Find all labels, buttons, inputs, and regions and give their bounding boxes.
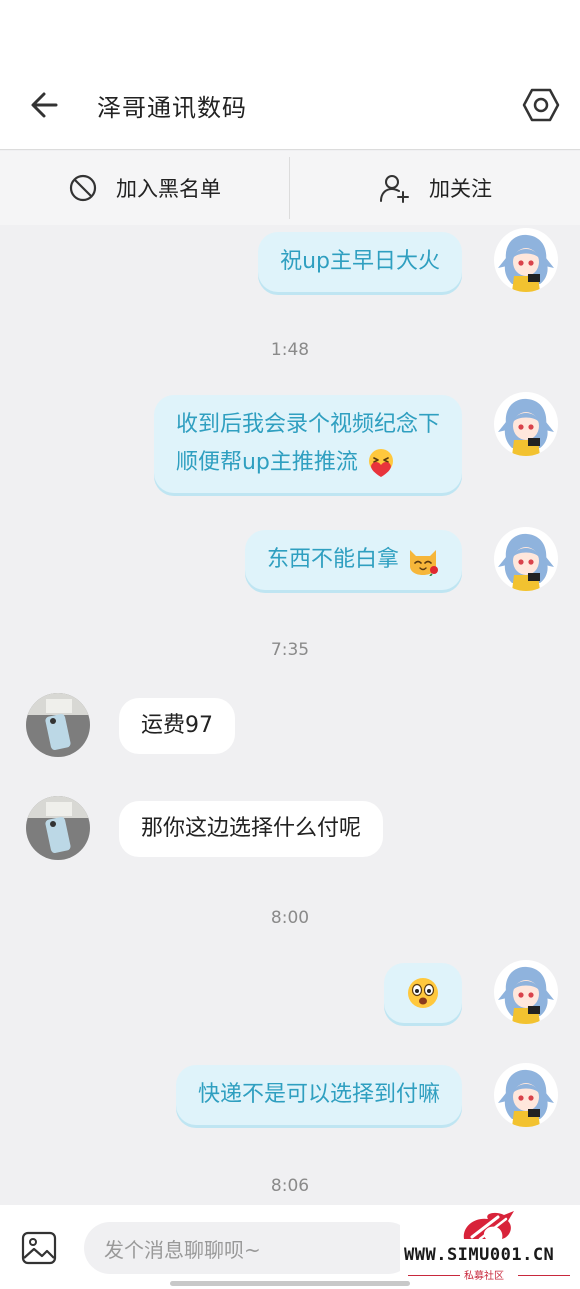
message-text: 那你这边选择什么付呢	[141, 816, 362, 841]
timestamp: 8:00	[270, 908, 310, 928]
watermark-site: WWW.SIMU001.CN	[404, 1245, 555, 1265]
image-icon	[21, 1231, 57, 1265]
contact-avatar[interactable]	[26, 693, 90, 757]
action-bar: 加入黑名单 加关注	[0, 151, 580, 225]
my-avatar[interactable]	[494, 228, 558, 292]
phone-photo-avatar-icon	[26, 693, 90, 757]
follow-button[interactable]: 加关注	[291, 151, 580, 225]
my-avatar[interactable]	[494, 527, 558, 591]
simu-logo-icon	[463, 1211, 514, 1241]
anime-girl-avatar-icon	[494, 392, 558, 456]
arrow-left-icon	[31, 92, 58, 118]
anime-girl-avatar-icon	[494, 527, 558, 591]
follow-label: 加关注	[429, 177, 492, 201]
contact-avatar[interactable]	[26, 796, 90, 860]
message-text: 东西不能白拿	[266, 547, 399, 572]
page-title: 泽哥通讯数码	[97, 94, 247, 122]
my-avatar[interactable]	[494, 960, 558, 1024]
message-input-placeholder: 发个消息聊聊呗~	[104, 1237, 261, 1262]
message-bubble-them[interactable]: 那你这边选择什么付呢	[119, 801, 384, 857]
message-input[interactable]: 发个消息聊聊呗~	[84, 1222, 414, 1274]
watermark-line	[408, 1275, 460, 1276]
timestamp: 7:35	[270, 640, 310, 660]
chat-header: 泽哥通讯数码	[0, 60, 580, 150]
message-text: 快递不是可以选择到付嘛	[197, 1082, 440, 1107]
heart-hug-emoji	[368, 449, 393, 477]
timestamp: 1:48	[270, 340, 310, 360]
message-text-line: 收到后我会录个视频纪念下	[175, 412, 440, 437]
block-button[interactable]: 加入黑名单	[0, 151, 289, 225]
hexagon-gear-icon	[522, 88, 560, 122]
cat-rose-emoji	[410, 550, 438, 576]
block-icon	[69, 174, 97, 202]
back-button[interactable]	[26, 85, 66, 125]
image-button[interactable]	[20, 1230, 58, 1266]
surprised-face-emoji	[408, 978, 438, 1008]
watermark-line	[518, 1275, 570, 1276]
add-user-icon	[380, 175, 409, 203]
watermark: WWW.SIMU001.CN 私募社区	[400, 1207, 580, 1289]
block-label: 加入黑名单	[116, 177, 221, 201]
watermark-sub: 私募社区	[464, 1271, 504, 1282]
gesture-handle[interactable]	[170, 1281, 410, 1286]
phone-photo-avatar-icon	[26, 796, 90, 860]
anime-girl-avatar-icon	[494, 1063, 558, 1127]
status-bar	[0, 0, 580, 60]
timestamp: 8:06	[270, 1176, 310, 1196]
anime-girl-avatar-icon	[494, 960, 558, 1024]
message-text: 运费97	[141, 713, 213, 738]
message-bubble-them[interactable]: 运费97	[119, 698, 235, 754]
message-text-line: 顺便帮up主推推流	[175, 450, 358, 475]
my-avatar[interactable]	[494, 392, 558, 456]
message-bubble-me[interactable]	[384, 963, 462, 1023]
message-text: 祝up主早日大火	[280, 249, 440, 274]
settings-button[interactable]	[522, 85, 560, 125]
message-bubble-me[interactable]: 快递不是可以选择到付嘛	[175, 1065, 462, 1125]
anime-girl-avatar-icon	[494, 228, 558, 292]
message-bubble-me[interactable]: 收到后我会录个视频纪念下 顺便帮up主推推流	[153, 395, 462, 493]
message-bubble-me[interactable]: 祝up主早日大火	[258, 232, 462, 292]
chat-area[interactable]: 祝up主早日大火 1:48 收到后我会录个视频纪念下 顺便帮up主推推流 东西不…	[0, 225, 580, 1205]
message-bubble-me[interactable]: 东西不能白拿	[244, 530, 462, 590]
my-avatar[interactable]	[494, 1063, 558, 1127]
divider	[289, 157, 290, 219]
